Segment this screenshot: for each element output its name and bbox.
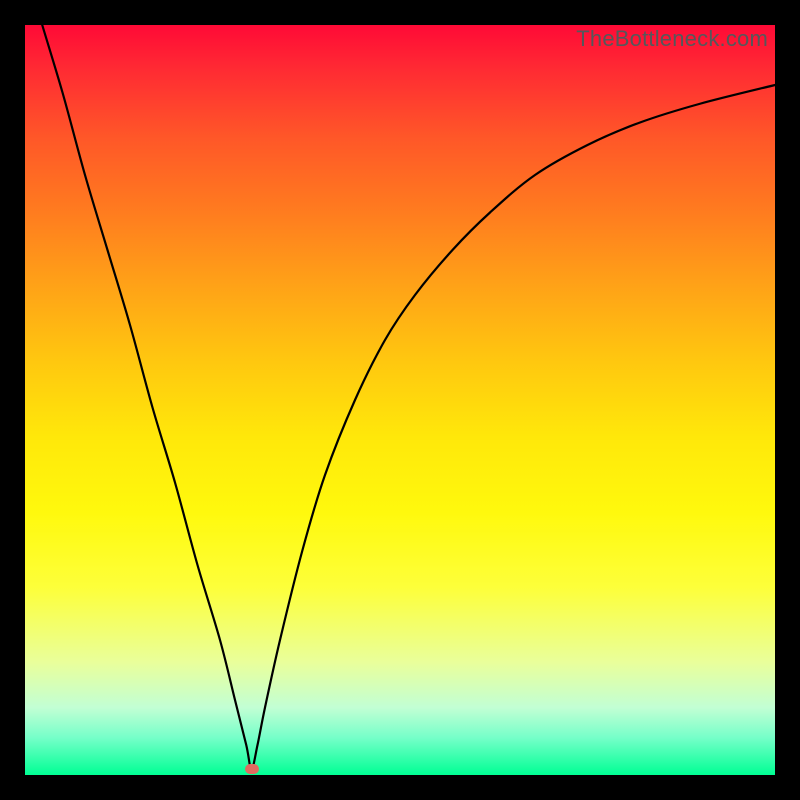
chart-area: TheBottleneck.com (25, 25, 775, 775)
bottleneck-curve (25, 25, 775, 775)
optimal-point-marker (245, 764, 259, 774)
